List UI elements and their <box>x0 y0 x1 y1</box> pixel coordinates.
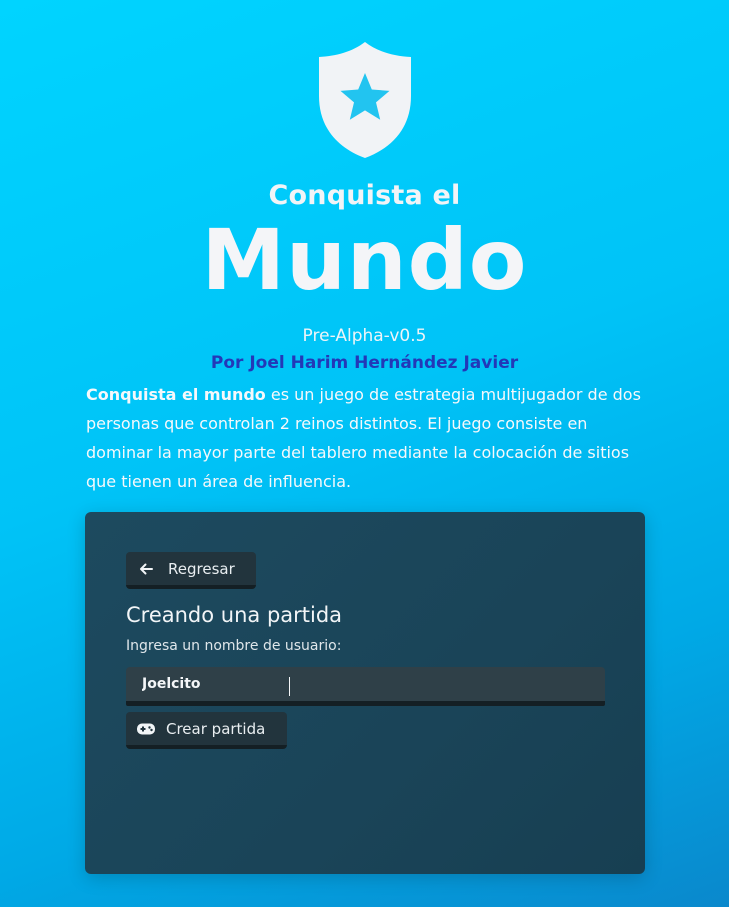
author-label: Por Joel Harim Hernández Javier <box>210 353 519 373</box>
text-caret <box>289 677 290 696</box>
create-game-panel: Regresar Creando una partida Ingresa un … <box>85 512 645 874</box>
game-description: Conquista el mundo es un juego de estrat… <box>86 380 646 496</box>
back-button-label: Regresar <box>168 559 235 578</box>
description-bold: Conquista el mundo <box>86 385 266 404</box>
gamepad-icon <box>136 722 156 736</box>
back-button[interactable]: Regresar <box>126 552 256 589</box>
username-input[interactable] <box>126 667 605 706</box>
panel-title: Creando una partida <box>126 603 343 627</box>
create-game-button[interactable]: Crear partida <box>126 712 287 749</box>
create-game-button-label: Crear partida <box>166 719 266 738</box>
title-big: Mundo <box>201 211 528 309</box>
version-label: Pre-Alpha-v0.5 <box>302 326 427 346</box>
title-small: Conquista el <box>268 180 461 211</box>
username-label: Ingresa un nombre de usuario: <box>126 638 342 654</box>
shield-star-icon <box>319 42 411 158</box>
arrow-left-icon <box>138 561 154 577</box>
